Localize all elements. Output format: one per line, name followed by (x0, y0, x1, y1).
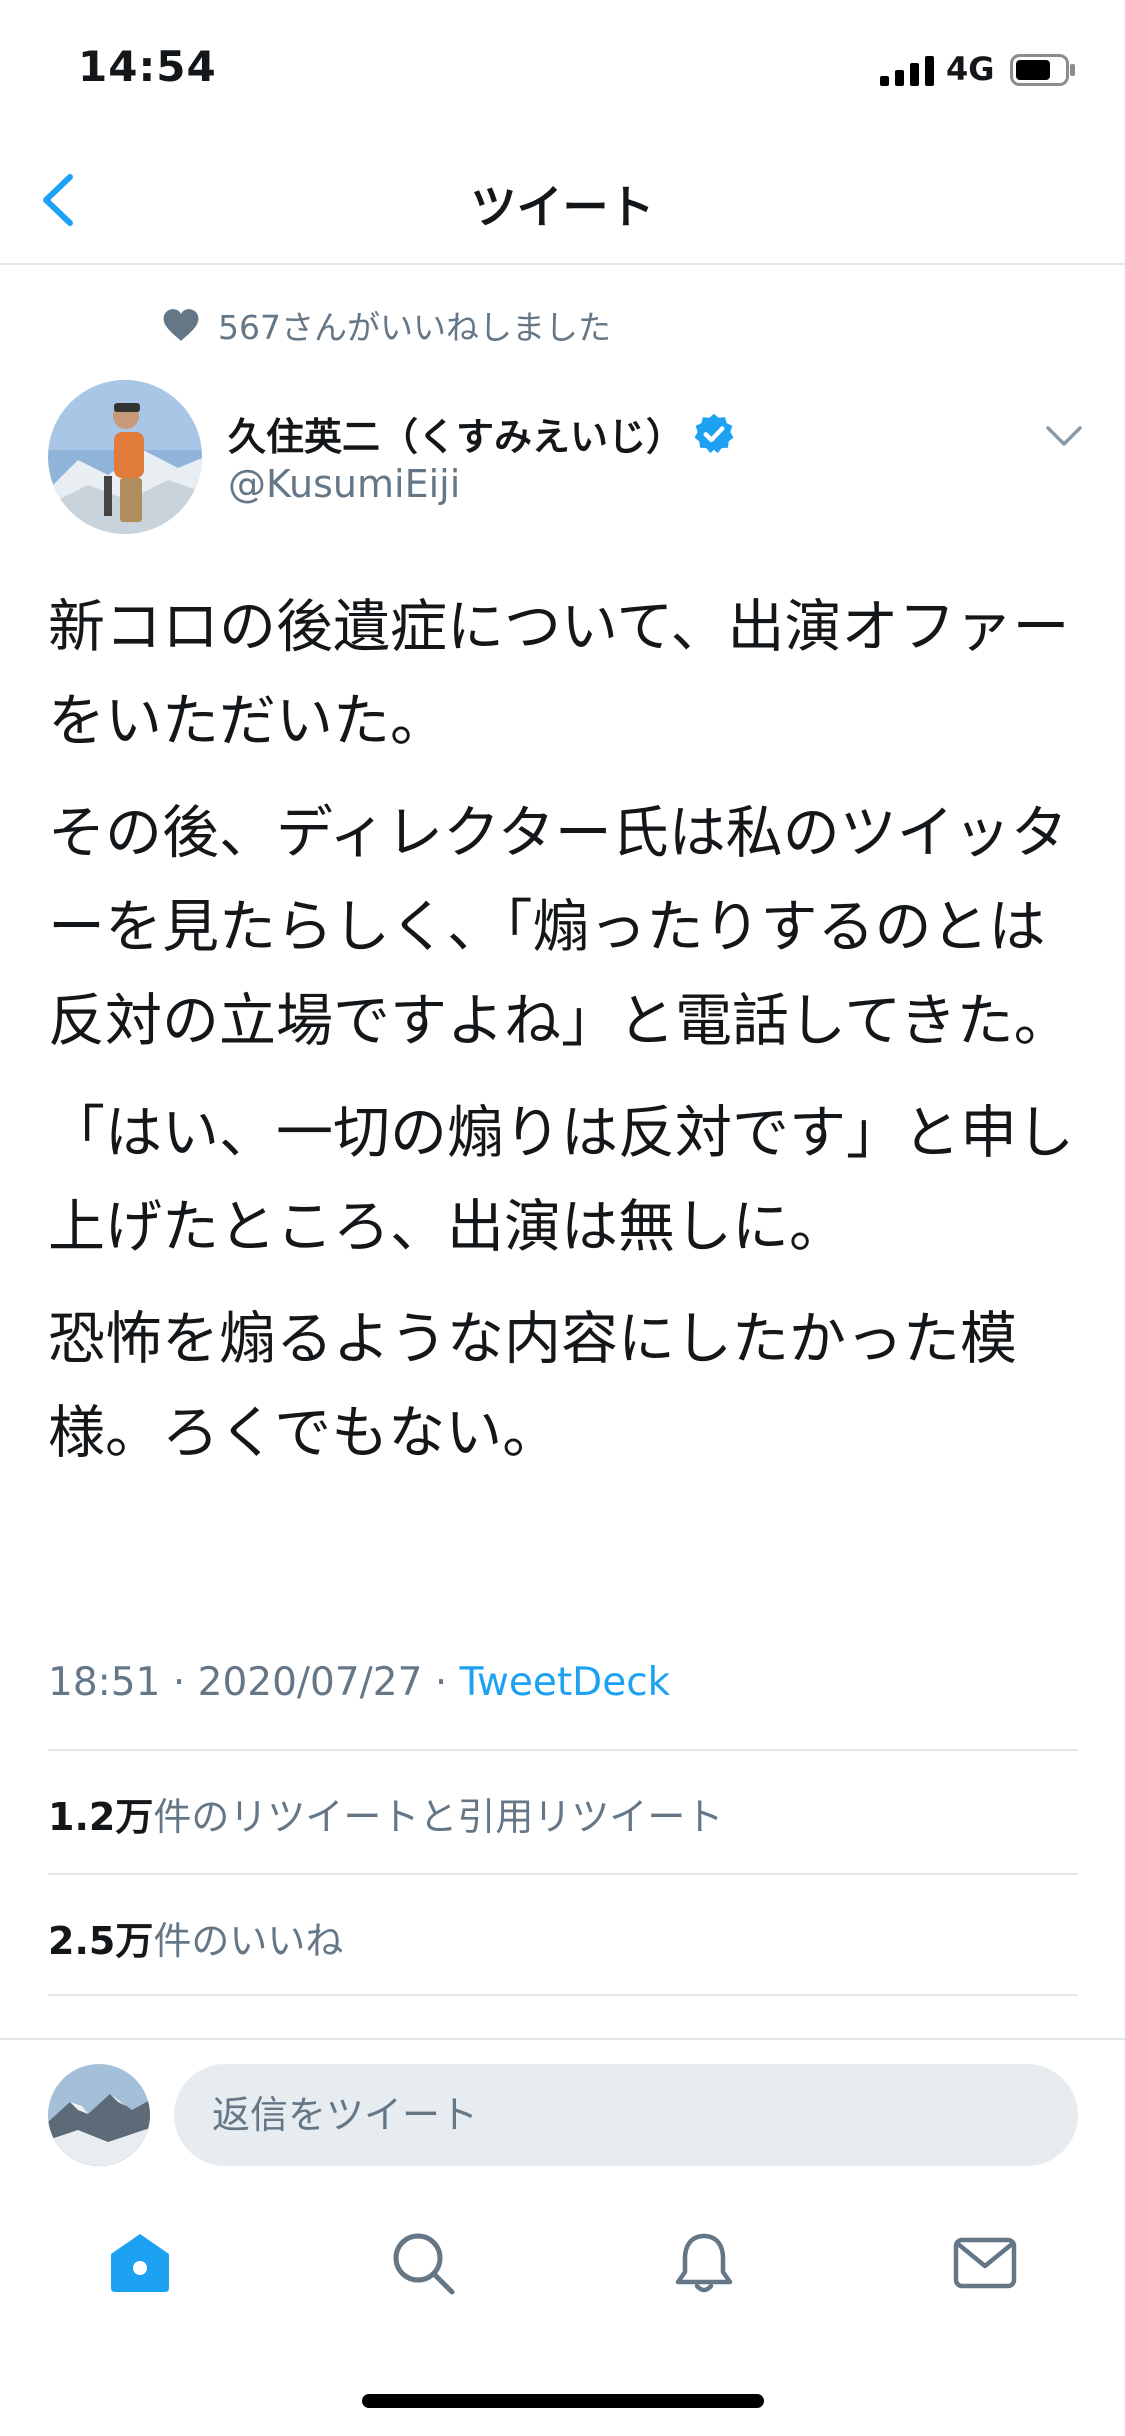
page-title: ツイート (470, 180, 655, 234)
avatar-image (48, 380, 202, 534)
social-context[interactable]: 567さんがいいねしました (162, 300, 611, 350)
tweet-date: 2020/07/27 (197, 1660, 423, 1705)
likes-stat[interactable]: 2.5万件のいいね (48, 1910, 343, 1965)
likes-label: 件のいいね (153, 1919, 344, 1963)
tweet-source-link[interactable]: TweetDeck (460, 1660, 671, 1705)
author-name-text: 久住英二（くすみえいじ） (228, 415, 685, 459)
author-handle[interactable]: @KusumiEiji (228, 462, 460, 506)
retweets-label: 件のリツイートと引用リツイート (153, 1795, 724, 1839)
battery-icon (1010, 54, 1075, 86)
tweet-paragraph: 「はい、一切の煽りは反対です」と申し上げたところ、出演は無しに。 (48, 1100, 1074, 1260)
retweets-stat[interactable]: 1.2万件のリツイートと引用リツイート (48, 1786, 723, 1841)
heart-icon (163, 309, 199, 341)
tweet-paragraph: 恐怖を煽るような内容にしたかった模様。ろくでもない。 (48, 1306, 1017, 1466)
home-icon[interactable] (105, 2228, 175, 2298)
tweet-time: 18:51 (48, 1660, 161, 1705)
author-name[interactable]: 久住英二（くすみえいじ） (228, 406, 736, 461)
divider (48, 1873, 1078, 1875)
nav-bar: ツイート (0, 135, 1125, 265)
divider (48, 1994, 1078, 1996)
retweets-count: 1.2万 (48, 1795, 154, 1839)
meta-separator: · (434, 1660, 448, 1705)
tweet-paragraph: その後、ディレクター氏は私のツイッターを見たらしく、「煽ったりするのとは反対の立… (48, 800, 1071, 1054)
likes-count: 2.5万 (48, 1919, 154, 1963)
tweet-timestamp: 18:51 · 2020/07/27 · TweetDeck (48, 1660, 670, 1705)
tweet-text: 新コロの後遺症について、出演オファーをいただいた。 その後、ディレクター氏は私の… (48, 580, 1078, 1498)
tweet-author: 久住英二（くすみえいじ） @KusumiEiji (48, 380, 1082, 540)
status-time: 14:54 (78, 42, 217, 91)
network-label: 4G (946, 50, 995, 88)
meta-separator: · (172, 1660, 186, 1705)
search-icon[interactable] (388, 2228, 458, 2298)
divider (48, 1749, 1078, 1751)
liked-by-text: 567さんがいいねしました (218, 308, 611, 347)
avatar-image (48, 2064, 150, 2166)
bell-icon[interactable] (669, 2228, 739, 2298)
chevron-down-icon[interactable] (1042, 416, 1086, 456)
reply-bar (0, 2038, 1125, 2188)
signal-icon (880, 56, 934, 86)
status-bar: 14:54 4G (0, 0, 1125, 135)
tab-bar (0, 2188, 1125, 2348)
reply-input[interactable] (174, 2064, 1078, 2166)
verified-badge-icon (694, 413, 734, 453)
avatar[interactable] (48, 380, 202, 534)
avatar[interactable] (48, 2064, 150, 2166)
mail-icon[interactable] (950, 2228, 1020, 2298)
tweet-paragraph: 新コロの後遺症について、出演オファーをいただいた。 (48, 594, 1070, 754)
home-indicator (362, 2394, 764, 2408)
